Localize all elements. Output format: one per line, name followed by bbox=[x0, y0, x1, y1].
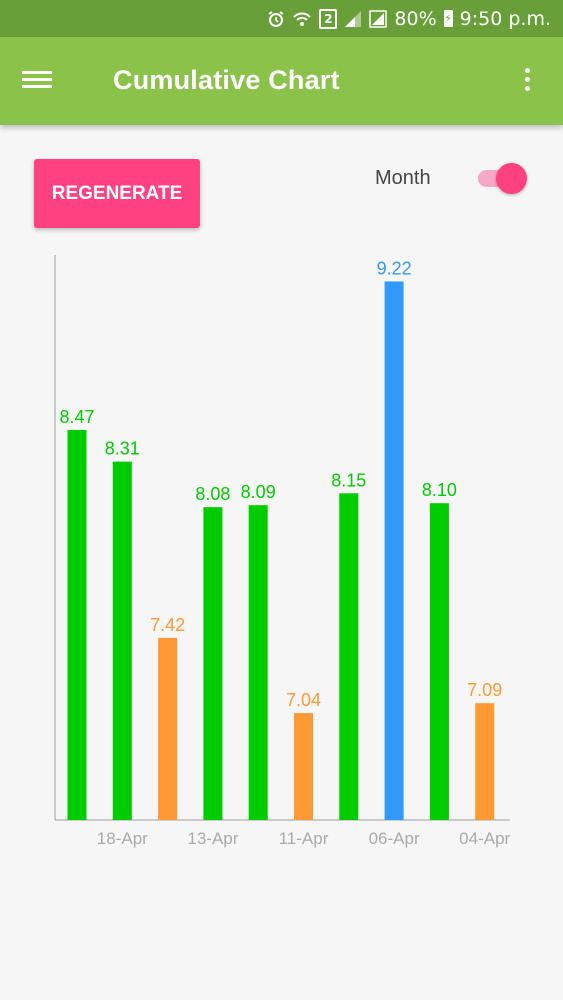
bar-value-label: 8.47 bbox=[59, 407, 94, 427]
signal-icon bbox=[344, 10, 362, 28]
chart-bar bbox=[475, 703, 495, 820]
status-bar: 2 80% ⚡ 9:50 p.m. bbox=[0, 0, 563, 37]
x-tick-label: 04-Apr bbox=[459, 829, 510, 848]
bar-value-label: 7.42 bbox=[150, 615, 185, 635]
battery-percent: 80% bbox=[394, 7, 437, 30]
x-tick-label: 06-Apr bbox=[369, 829, 420, 848]
chart-bar bbox=[112, 461, 132, 820]
signal-icon bbox=[369, 9, 388, 28]
bar-value-label: 8.31 bbox=[105, 439, 140, 459]
regenerate-button[interactable]: REGENERATE bbox=[34, 159, 200, 228]
chart-bar bbox=[203, 507, 223, 820]
battery-charging-icon: ⚡ bbox=[443, 10, 453, 27]
chart-bar bbox=[158, 637, 178, 820]
bar-chart: 8.47 8.31 7.42 8.08 8.09 7.04 8.15 9.22 8.10 7.09… bbox=[54, 255, 511, 848]
month-switch-label: Month bbox=[375, 167, 431, 189]
more-vert-icon[interactable] bbox=[515, 68, 539, 98]
alarm-icon bbox=[267, 10, 285, 28]
month-toggle-switch[interactable] bbox=[474, 162, 528, 194]
x-tick-label: 13-Apr bbox=[187, 829, 238, 848]
wifi-icon bbox=[292, 10, 312, 28]
sim-icon: 2 bbox=[319, 8, 338, 29]
chart-bar bbox=[429, 503, 449, 820]
x-tick-label: 18-Apr bbox=[97, 829, 148, 848]
bar-value-label: 8.15 bbox=[331, 470, 366, 490]
chart-bar bbox=[248, 505, 268, 820]
bar-value-label: 8.08 bbox=[195, 484, 230, 504]
page-title: Cumulative Chart bbox=[113, 65, 340, 95]
chart-bar bbox=[67, 429, 87, 820]
hamburger-menu-icon[interactable] bbox=[22, 67, 54, 93]
switch-thumb[interactable] bbox=[496, 163, 527, 194]
bar-value-label: 8.09 bbox=[241, 482, 276, 502]
bar-value-label: 9.22 bbox=[377, 258, 412, 278]
app-toolbar: Cumulative Chart bbox=[0, 37, 563, 125]
chart-bar bbox=[384, 281, 404, 820]
x-tick-label: 11-Apr bbox=[279, 829, 329, 848]
bar-value-label: 8.10 bbox=[422, 480, 457, 500]
bar-value-label: 7.09 bbox=[467, 680, 502, 700]
clock-time: 9:50 p.m. bbox=[459, 7, 551, 30]
bar-value-label: 7.04 bbox=[286, 690, 321, 710]
chart-bar bbox=[294, 713, 313, 820]
chart-bar bbox=[339, 493, 359, 820]
